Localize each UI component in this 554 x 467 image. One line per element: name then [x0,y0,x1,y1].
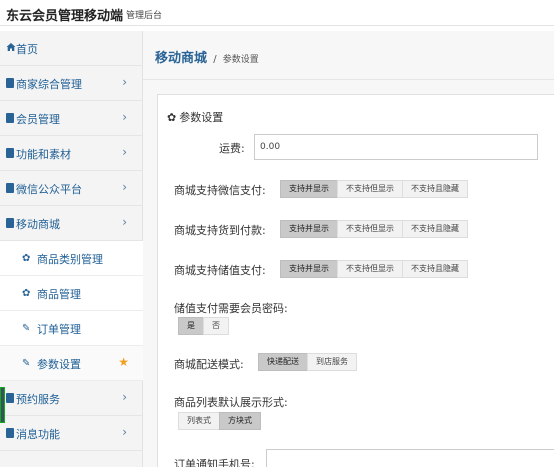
top-header: 东云会员管理移动端 管理后台 [0,0,554,26]
wechat-pay-option-show[interactable]: 支持并显示 [280,180,338,198]
cod-label: 商城支持货到付款: [174,224,266,237]
shipping-fee-input[interactable] [254,134,538,160]
side-widget-handle[interactable] [0,387,5,423]
sidebar-item-label: 移动商城 [16,218,60,231]
file-icon [6,428,14,438]
wechat-pay-option-hide[interactable]: 不支持且隐藏 [402,180,468,198]
home-icon [6,42,16,52]
cod-option-show[interactable]: 支持并显示 [280,220,338,238]
wechat-pay-label: 商城支持微信支付: [174,184,266,197]
main-content: 移动商城 / 参数设置 ✿参数设置 运费: 商城支持微信支付: 支持并显示 不支… [143,31,554,467]
chevron-right-icon: › [122,145,127,159]
delivery-mode-label: 商城配送模式: [174,358,244,371]
sidebar-subitem-settings[interactable]: ✎ 参数设置 ★ [0,346,143,381]
edit-icon: ✎ [22,323,31,334]
sidebar-subitem-products[interactable]: ✿ 商品管理 [0,276,143,311]
sidebar-item-label: 消息功能 [16,428,60,441]
order-phone-input[interactable] [266,449,554,467]
chevron-right-icon: › [122,390,127,404]
sidebar-item-label: 微信公众平台 [16,183,82,196]
breadcrumb-section[interactable]: 移动商城 [155,51,207,66]
file-icon [6,218,14,228]
gear-icon: ✿ [22,288,31,299]
sidebar-item-label: 会员管理 [16,113,60,126]
sidebar-item-home[interactable]: 首页 [0,31,143,66]
file-icon [6,113,14,123]
shipping-label: 运费: [219,142,245,155]
wechat-pay-option-unsupported-show[interactable]: 不支持但显示 [337,180,403,198]
breadcrumb-separator: / [213,54,217,65]
cod-option-hide[interactable]: 不支持且隐藏 [402,220,468,238]
sidebar-item-messages[interactable]: 消息功能 › [0,416,143,451]
sidebar-item-members[interactable]: 会员管理 › [0,101,143,136]
cod-option-unsupported-show[interactable]: 不支持但显示 [337,220,403,238]
chevron-right-icon: › [122,215,127,229]
cod-options: 支持并显示 不支持但显示 不支持且隐藏 [280,220,468,238]
pay-password-options: 是 否 [178,317,229,335]
gear-icon: ✿ [167,111,177,124]
list-style-option-list[interactable]: 列表式 [178,412,220,430]
gear-icon: ✿ [22,253,31,264]
divider [143,79,554,80]
delivery-option-express[interactable]: 快递配送 [258,353,308,371]
stored-value-label: 商城支持储值支付: [174,264,266,277]
chevron-right-icon: › [122,75,127,89]
breadcrumb-page: 参数设置 [222,55,259,65]
sidebar: 首页 商家综合管理 › 会员管理 › 功能和素材 › 微信公众平台 › 移动商城… [0,31,143,467]
delivery-option-in-store[interactable]: 到店服务 [307,353,357,371]
chevron-right-icon: › [122,425,127,439]
app-subtitle: 管理后台 [126,11,163,21]
sidebar-subitem-label: 商品类别管理 [37,253,103,266]
panel-title-text: 参数设置 [179,111,224,124]
pay-password-option-yes[interactable]: 是 [178,317,204,335]
order-phone-label: 订单通知手机号: [174,458,255,467]
delivery-mode-options: 快递配送 到店服务 [258,353,357,371]
sidebar-subitem-label: 订单管理 [37,323,81,336]
star-icon[interactable]: ★ [118,355,129,369]
stored-value-option-show[interactable]: 支持并显示 [280,260,338,278]
chevron-right-icon: › [122,110,127,124]
list-style-option-grid[interactable]: 方块式 [219,412,261,430]
sidebar-item-wechat[interactable]: 微信公众平台 › [0,171,143,206]
wechat-pay-options: 支持并显示 不支持但显示 不支持且隐藏 [280,180,468,198]
sidebar-subitem-label: 参数设置 [37,358,81,371]
sidebar-item-mall[interactable]: 移动商城 › [0,206,143,241]
app-title: 东云会员管理移动端 [6,9,124,24]
sidebar-item-features[interactable]: 功能和素材 › [0,136,143,171]
sidebar-subitem-label: 商品管理 [37,288,81,301]
file-icon [6,78,14,88]
breadcrumb: 移动商城 / 参数设置 [155,47,259,66]
sidebar-item-label: 预约服务 [16,393,60,406]
sidebar-subitem-categories[interactable]: ✿ 商品类别管理 [0,241,143,276]
sidebar-item-label: 商家综合管理 [16,78,82,91]
stored-value-option-hide[interactable]: 不支持且隐藏 [402,260,468,278]
list-style-options: 列表式 方块式 [178,412,261,430]
file-icon [6,148,14,158]
settings-panel: ✿参数设置 运费: 商城支持微信支付: 支持并显示 不支持但显示 不支持且隐藏 … [157,94,554,467]
pay-password-label: 储值支付需要会员密码: [174,302,288,315]
pay-password-option-no[interactable]: 否 [203,317,229,335]
file-icon [6,393,14,403]
sidebar-subitem-orders[interactable]: ✎ 订单管理 [0,311,143,346]
stored-value-options: 支持并显示 不支持但显示 不支持且隐藏 [280,260,468,278]
file-icon [6,183,14,193]
edit-icon: ✎ [22,358,31,369]
stored-value-option-unsupported-show[interactable]: 不支持但显示 [337,260,403,278]
sidebar-item-merchant[interactable]: 商家综合管理 › [0,66,143,101]
chevron-right-icon: › [122,180,127,194]
sidebar-item-booking[interactable]: 预约服务 › [0,381,143,416]
panel-title: ✿ 参数设置 [167,109,223,125]
sidebar-item-label: 功能和素材 [16,148,71,161]
sidebar-item-label: 首页 [16,43,38,56]
list-style-label: 商品列表默认展示形式: [174,396,288,409]
